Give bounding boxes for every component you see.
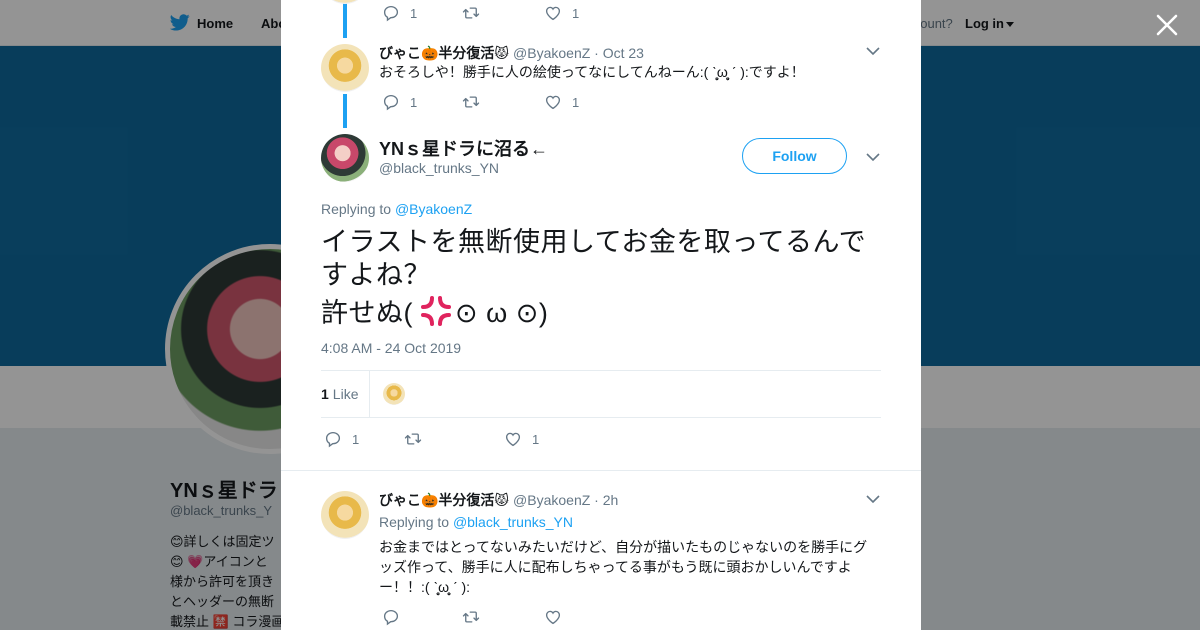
like-stat-count: 1	[321, 386, 329, 402]
thread-connector	[343, 94, 347, 128]
replies-divider	[281, 470, 921, 480]
reply-button[interactable]: 1	[382, 4, 420, 22]
reply-icon	[325, 431, 341, 448]
tweet-header: びゃこ🎃半分復活😾 @ByakoenZ · Oct 23	[379, 43, 644, 63]
tweet-text-fragment: ⊙ ω ⊙)	[455, 298, 549, 328]
chevron-down-icon[interactable]	[866, 152, 880, 162]
tweet-text: お金まではとってないみたいだけど、自分が描いたものじゃないのを勝手にグ ッズ作っ…	[379, 537, 879, 597]
retweet-icon	[462, 96, 480, 108]
tweet-header: びゃこ🎃半分復活😾 @ByakoenZ · 2h	[379, 490, 618, 510]
tweet-actions: 1 1	[382, 93, 582, 111]
like-button[interactable]: 1	[504, 430, 542, 448]
like-button[interactable]: 1	[544, 93, 582, 111]
tweet-text-line: すよね？	[321, 260, 431, 290]
reply-count: 1	[410, 5, 418, 21]
tweet-actions: 1 1	[382, 4, 582, 22]
tweet-text-line: ー！！:( ˋ̥̥̥̥̥̥̥̥ω̥̥̥̥̥̥̥̥ ˊ ):	[379, 579, 471, 595]
tweet-timestamp[interactable]: 4:08 AM - 24 Oct 2019	[321, 340, 461, 356]
tweet-date[interactable]: · 2h	[594, 492, 618, 508]
tweet-text-line: ッズ作って、勝手に人に配布しちゃってる事がもう既に頭おかしいんですよ	[379, 559, 852, 575]
like-count: 1	[572, 5, 580, 21]
user-name[interactable]: びゃこ🎃半分復活😾	[379, 492, 509, 508]
avatar[interactable]	[321, 134, 369, 182]
stats-divider	[369, 371, 370, 417]
heart-icon	[545, 95, 561, 110]
reply-icon	[383, 5, 399, 22]
thread-connector	[343, 0, 347, 38]
tweet-date[interactable]: · Oct 23	[594, 45, 644, 61]
retweet-icon	[404, 433, 422, 445]
anger-symbol-icon	[421, 296, 451, 326]
follow-button[interactable]: Follow	[742, 138, 847, 174]
reply-button[interactable]: 1	[382, 93, 420, 111]
heart-icon	[545, 610, 561, 625]
replying-prefix: Replying to	[321, 201, 395, 217]
close-icon[interactable]	[1154, 12, 1180, 38]
retweet-button[interactable]	[462, 93, 500, 111]
main-tweet-actions: 1 1	[324, 430, 542, 448]
user-name[interactable]: びゃこ🎃半分復活😾	[379, 45, 509, 61]
heart-icon	[545, 6, 561, 21]
reply-button[interactable]: 1	[324, 430, 362, 448]
replying-to-link[interactable]: @black_trunks_YN	[453, 514, 573, 530]
retweet-button[interactable]	[462, 4, 500, 22]
like-count: 1	[532, 431, 540, 447]
tweet-text: おそろしや！勝手に人の絵使ってなにしてんねーん:( ˋ̥̥̥̥̥̥̥̥ω̥̥̥̥…	[379, 64, 805, 80]
tweet-text-line: 許せぬ( ⊙ ω ⊙)	[321, 296, 886, 330]
user-handle[interactable]: @ByakoenZ	[513, 45, 590, 61]
like-stat-label: Like	[332, 386, 359, 402]
heart-icon	[505, 432, 521, 447]
replying-to-link[interactable]: @ByakoenZ	[395, 201, 472, 217]
reply-count: 1	[352, 431, 360, 447]
chevron-down-icon[interactable]	[866, 46, 880, 56]
tweet-stats: 1 Like	[321, 370, 881, 418]
main-user-name[interactable]: YNｓ星ドラに沼る←	[379, 135, 548, 161]
like-button[interactable]: 1	[544, 4, 582, 22]
replying-to: Replying to @ByakoenZ	[321, 201, 472, 217]
reply-button[interactable]	[382, 608, 420, 626]
reply-icon	[383, 94, 399, 111]
like-stats[interactable]: 1 Like	[321, 386, 358, 402]
tweet-text-fragment: 許せぬ(	[321, 298, 413, 328]
retweet-icon	[462, 7, 480, 19]
like-button[interactable]	[544, 608, 582, 626]
reply-icon	[383, 609, 399, 626]
retweet-button[interactable]	[462, 608, 500, 626]
retweet-button[interactable]	[404, 430, 442, 448]
liker-avatar[interactable]	[383, 383, 405, 405]
avatar[interactable]	[321, 491, 369, 539]
reply-count: 1	[410, 94, 418, 110]
retweet-icon	[462, 611, 480, 623]
main-user-handle[interactable]: @black_trunks_YN	[379, 160, 499, 176]
tweet-text-line: お金まではとってないみたいだけど、自分が描いたものじゃないのを勝手にグ	[379, 539, 868, 555]
avatar[interactable]	[321, 44, 369, 92]
replying-prefix: Replying to	[379, 514, 453, 530]
tweet-actions	[382, 608, 582, 626]
user-handle[interactable]: @ByakoenZ	[513, 492, 590, 508]
chevron-down-icon[interactable]	[866, 494, 880, 504]
avatar[interactable]	[321, 0, 369, 4]
like-count: 1	[572, 94, 580, 110]
main-tweet-text: イラストを無断使用してお金を取ってるんで すよね？ 許せぬ( ⊙ ω ⊙)	[321, 226, 886, 330]
replying-to: Replying to @black_trunks_YN	[379, 514, 573, 530]
tweet-text-line: イラストを無断使用してお金を取ってるんで	[321, 227, 867, 257]
tweet-permalink-modal: 1 1 びゃこ🎃半分復活😾 @ByakoenZ · Oct 23 おそろしや！勝手…	[281, 0, 921, 630]
